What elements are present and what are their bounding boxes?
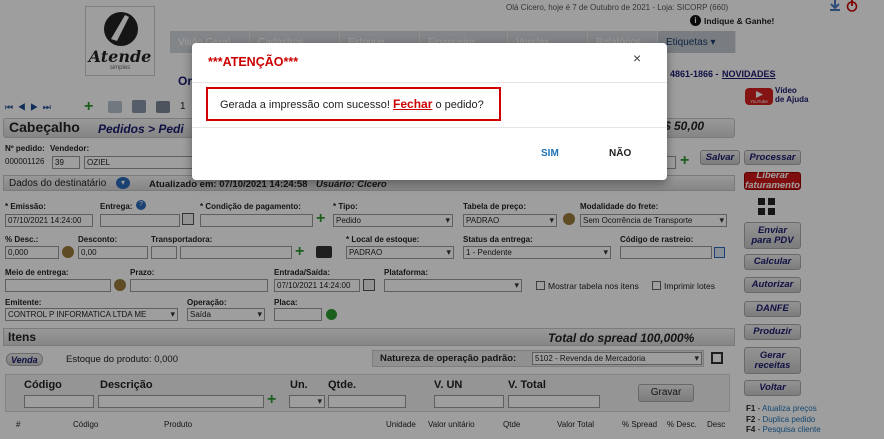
sim-button[interactable]: SIM — [541, 148, 559, 159]
fechar-link[interactable]: Fechar — [393, 97, 432, 111]
dialog-message: Gerada a impressão com sucesso! Fechar o… — [220, 97, 484, 111]
dialog-divider — [192, 82, 667, 83]
dialog-divider — [192, 127, 667, 128]
nao-button[interactable]: NÃO — [609, 148, 631, 159]
confirmation-dialog: ***ATENÇÃO*** × Gerada a impressão com s… — [192, 43, 667, 180]
close-icon[interactable]: × — [633, 50, 641, 66]
dialog-title: ***ATENÇÃO*** — [208, 55, 299, 69]
